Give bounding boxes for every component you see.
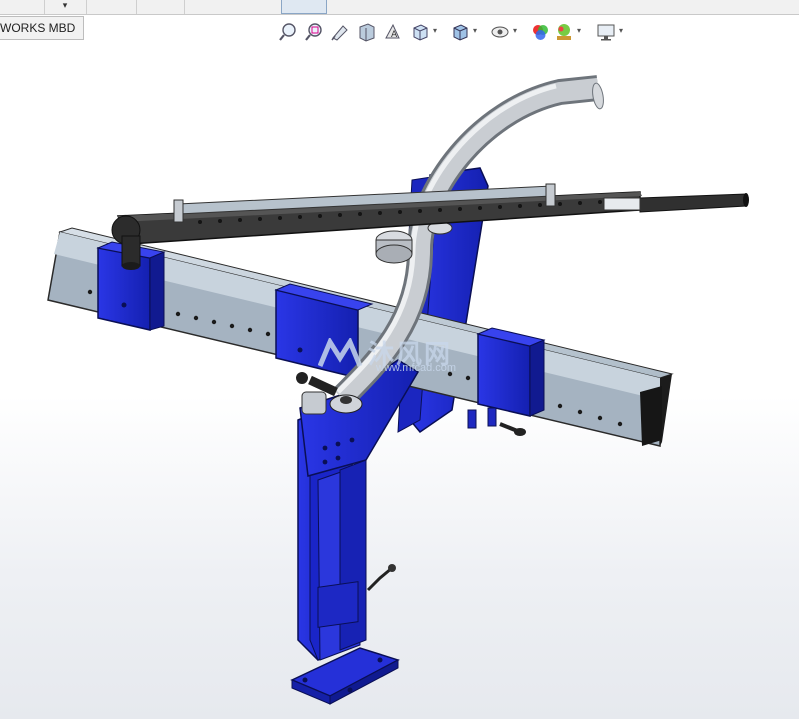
- watermark-logo-icon: [318, 338, 363, 367]
- watermark: 沐风网 www.mfcad.com: [318, 334, 488, 382]
- watermark-url: www.mfcad.com: [376, 362, 457, 374]
